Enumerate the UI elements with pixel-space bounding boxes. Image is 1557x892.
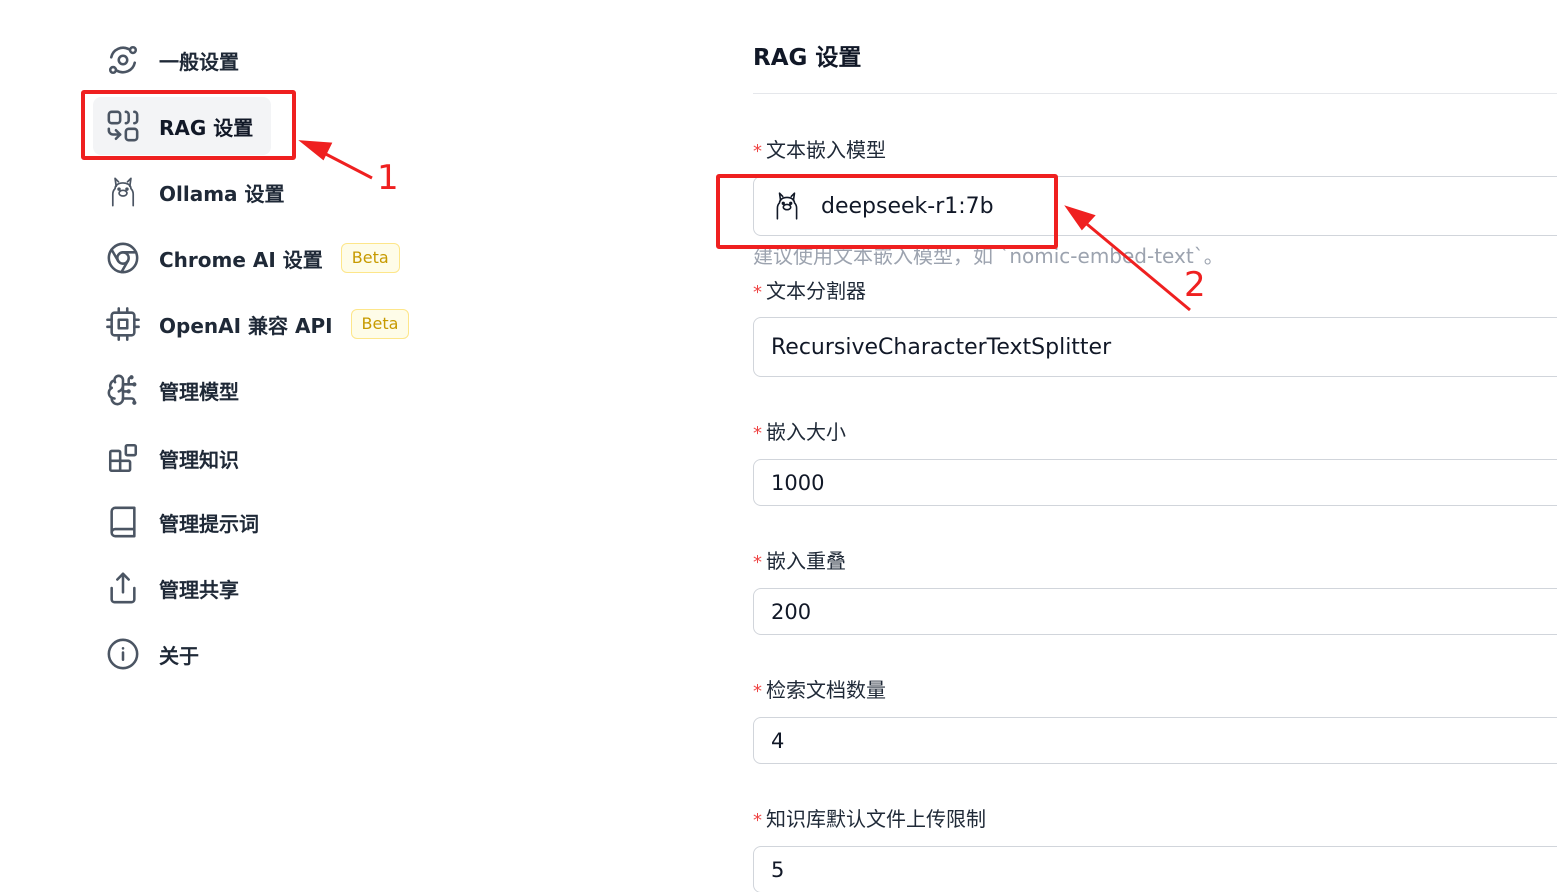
- sidebar-item-label: Ollama 设置: [159, 181, 285, 206]
- blocks-icon: [105, 440, 141, 476]
- annotation-number-1: 1: [377, 158, 399, 198]
- embedding-model-label: * 文本嵌入模型: [753, 138, 886, 162]
- sidebar-item-manage-share[interactable]: 管理共享: [93, 559, 239, 617]
- book-icon: [105, 504, 141, 540]
- required-mark: *: [753, 282, 762, 303]
- page-title: RAG 设置: [753, 45, 862, 71]
- sidebar-item-manage-knowledge[interactable]: 管理知识: [93, 429, 239, 487]
- chrome-icon: [105, 240, 141, 276]
- embedding-model-help: 建议使用文本嵌入模型，如 `nomic-embed-text`。: [753, 244, 1224, 268]
- chunk-size-label: * 嵌入大小: [753, 420, 846, 444]
- sidebar-item-about[interactable]: 关于: [93, 625, 199, 683]
- sidebar-item-label: 管理共享: [159, 577, 239, 602]
- orbit-settings-icon: [105, 42, 141, 78]
- sidebar-item-label: OpenAI 兼容 API: [159, 313, 333, 338]
- embedding-model-select[interactable]: deepseek-r1:7b: [753, 176, 1557, 236]
- sidebar-item-label: 一般设置: [159, 49, 239, 74]
- doc-count-label: * 检索文档数量: [753, 678, 886, 702]
- settings-page: 一般设置 RAG 设置 Ollama 设置 Chrome AI 设置 Beta …: [0, 0, 1557, 892]
- combine-icon: [105, 108, 141, 144]
- beta-badge: Beta: [350, 309, 410, 339]
- splitter-select[interactable]: RecursiveCharacterTextSplitter: [753, 317, 1557, 377]
- required-mark: *: [753, 810, 762, 831]
- annotation-arrowhead-1: [298, 140, 333, 161]
- sidebar-item-general[interactable]: 一般设置: [93, 31, 239, 89]
- beta-badge: Beta: [340, 243, 400, 273]
- sidebar-item-label: 管理提示词: [159, 511, 259, 536]
- doc-count-input[interactable]: 4: [753, 717, 1557, 764]
- sidebar-item-ollama[interactable]: Ollama 设置: [93, 163, 285, 221]
- brain-icon: [105, 372, 141, 408]
- required-mark: *: [753, 681, 762, 702]
- splitter-label: * 文本分割器: [753, 279, 866, 303]
- upload-limit-label: * 知识库默认文件上传限制: [753, 807, 986, 831]
- upload-limit-input[interactable]: 5: [753, 846, 1557, 892]
- info-icon: [105, 636, 141, 672]
- title-divider: [753, 93, 1557, 94]
- annotation-arrow-1: [317, 148, 373, 180]
- sidebar-item-label: Chrome AI 设置: [159, 247, 323, 272]
- required-mark: *: [753, 141, 762, 162]
- selected-model-value: deepseek-r1:7b: [821, 193, 994, 219]
- rag-settings-panel: RAG 设置 * 文本嵌入模型 deepseek-r1:7b 建议使用文本嵌入模型…: [753, 0, 1557, 892]
- chunk-size-input[interactable]: 1000: [753, 459, 1557, 506]
- sidebar-item-label: 管理知识: [159, 447, 239, 472]
- chunk-overlap-input[interactable]: 200: [753, 588, 1557, 635]
- cpu-icon: [105, 306, 141, 342]
- selected-splitter-value: RecursiveCharacterTextSplitter: [771, 334, 1112, 360]
- sidebar-item-label: 管理模型: [159, 379, 239, 404]
- sidebar-item-manage-models[interactable]: 管理模型: [93, 361, 239, 419]
- annotation-number-2: 2: [1184, 265, 1206, 305]
- sidebar-item-label: RAG 设置: [159, 115, 254, 140]
- sidebar-item-openai-api[interactable]: OpenAI 兼容 API Beta: [93, 295, 410, 353]
- sidebar-item-chrome-ai[interactable]: Chrome AI 设置 Beta: [93, 229, 400, 287]
- chunk-overlap-label: * 嵌入重叠: [753, 549, 846, 573]
- llama-icon: [105, 174, 141, 210]
- sidebar-item-rag[interactable]: RAG 设置: [93, 97, 271, 155]
- sidebar-item-manage-prompts[interactable]: 管理提示词: [93, 493, 259, 551]
- sidebar-item-label: 关于: [159, 643, 199, 668]
- share-icon: [105, 570, 141, 606]
- llama-icon: [776, 192, 798, 220]
- required-mark: *: [753, 552, 762, 573]
- required-mark: *: [753, 423, 762, 444]
